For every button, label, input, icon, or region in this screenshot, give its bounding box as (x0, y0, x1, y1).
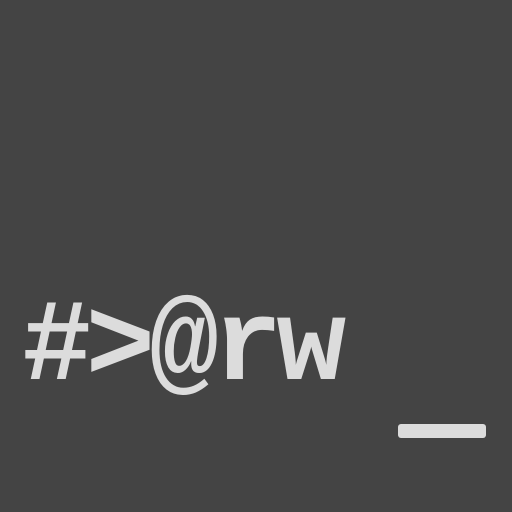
logo-canvas: #>@rw (0, 0, 512, 512)
logo-text: #>@rw (22, 282, 346, 414)
cursor-underscore (398, 424, 486, 438)
